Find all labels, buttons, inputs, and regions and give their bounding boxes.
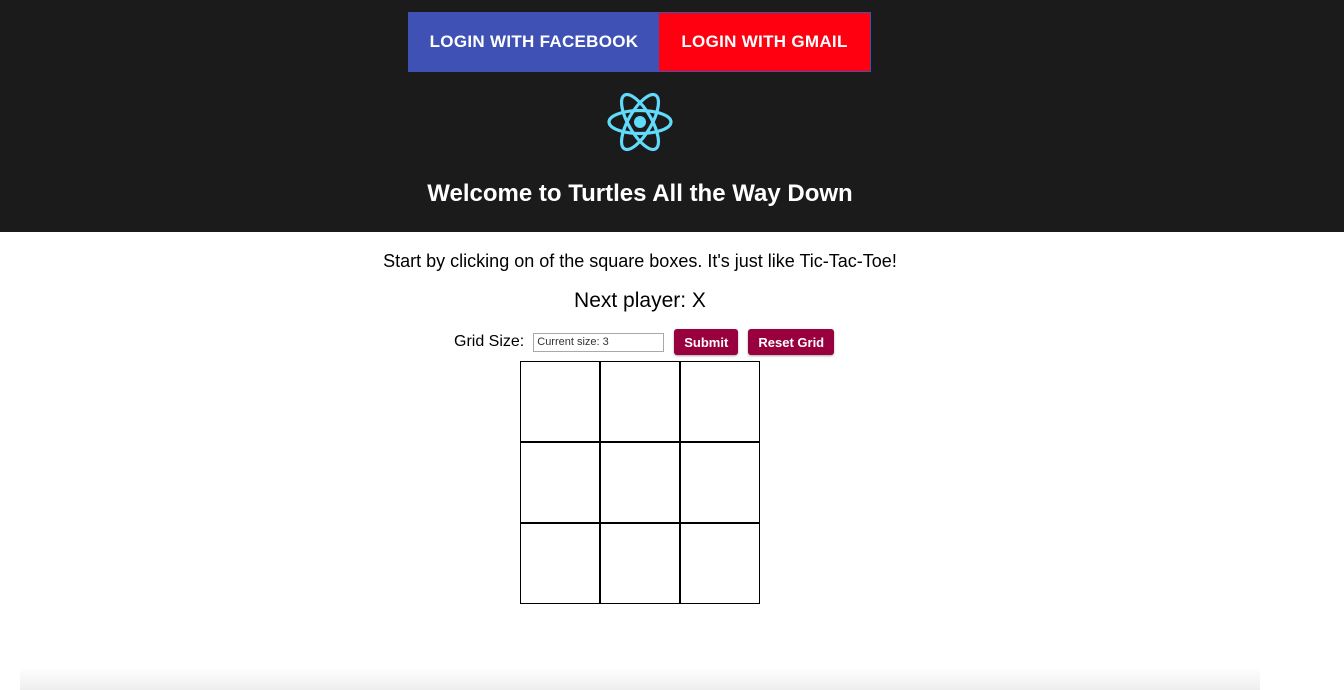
game-board [520,361,760,604]
board-square[interactable] [520,523,600,604]
grid-size-input[interactable] [533,332,665,352]
submit-button[interactable]: Submit [674,329,739,355]
board-square[interactable] [680,523,760,604]
reset-grid-button[interactable]: Reset Grid [748,329,835,355]
board-square[interactable] [680,361,760,442]
board-square[interactable] [680,442,760,523]
grid-size-controls: Grid Size: Submit Reset Grid [454,328,835,356]
board-square[interactable] [600,523,680,604]
login-gmail-button[interactable]: LOGIN WITH GMAIL [659,13,870,71]
login-bar: LOGIN WITH FACEBOOK LOGIN WITH GMAIL [408,12,871,72]
login-facebook-button[interactable]: LOGIN WITH FACEBOOK [409,13,659,71]
board-square[interactable] [600,361,680,442]
board-square[interactable] [520,442,600,523]
app-header: LOGIN WITH FACEBOOK LOGIN WITH GMAIL Wel… [0,0,1344,232]
page-title: Welcome to Turtles All the Way Down [427,180,853,207]
next-player-status: Next player: X [574,289,706,312]
board-square[interactable] [520,361,600,442]
footer-shadow [20,668,1260,690]
board-square[interactable] [600,442,680,523]
grid-size-label: Grid Size: [454,333,525,350]
react-atom-icon [607,92,673,152]
instructions-text: Start by clicking on of the square boxes… [383,251,897,271]
